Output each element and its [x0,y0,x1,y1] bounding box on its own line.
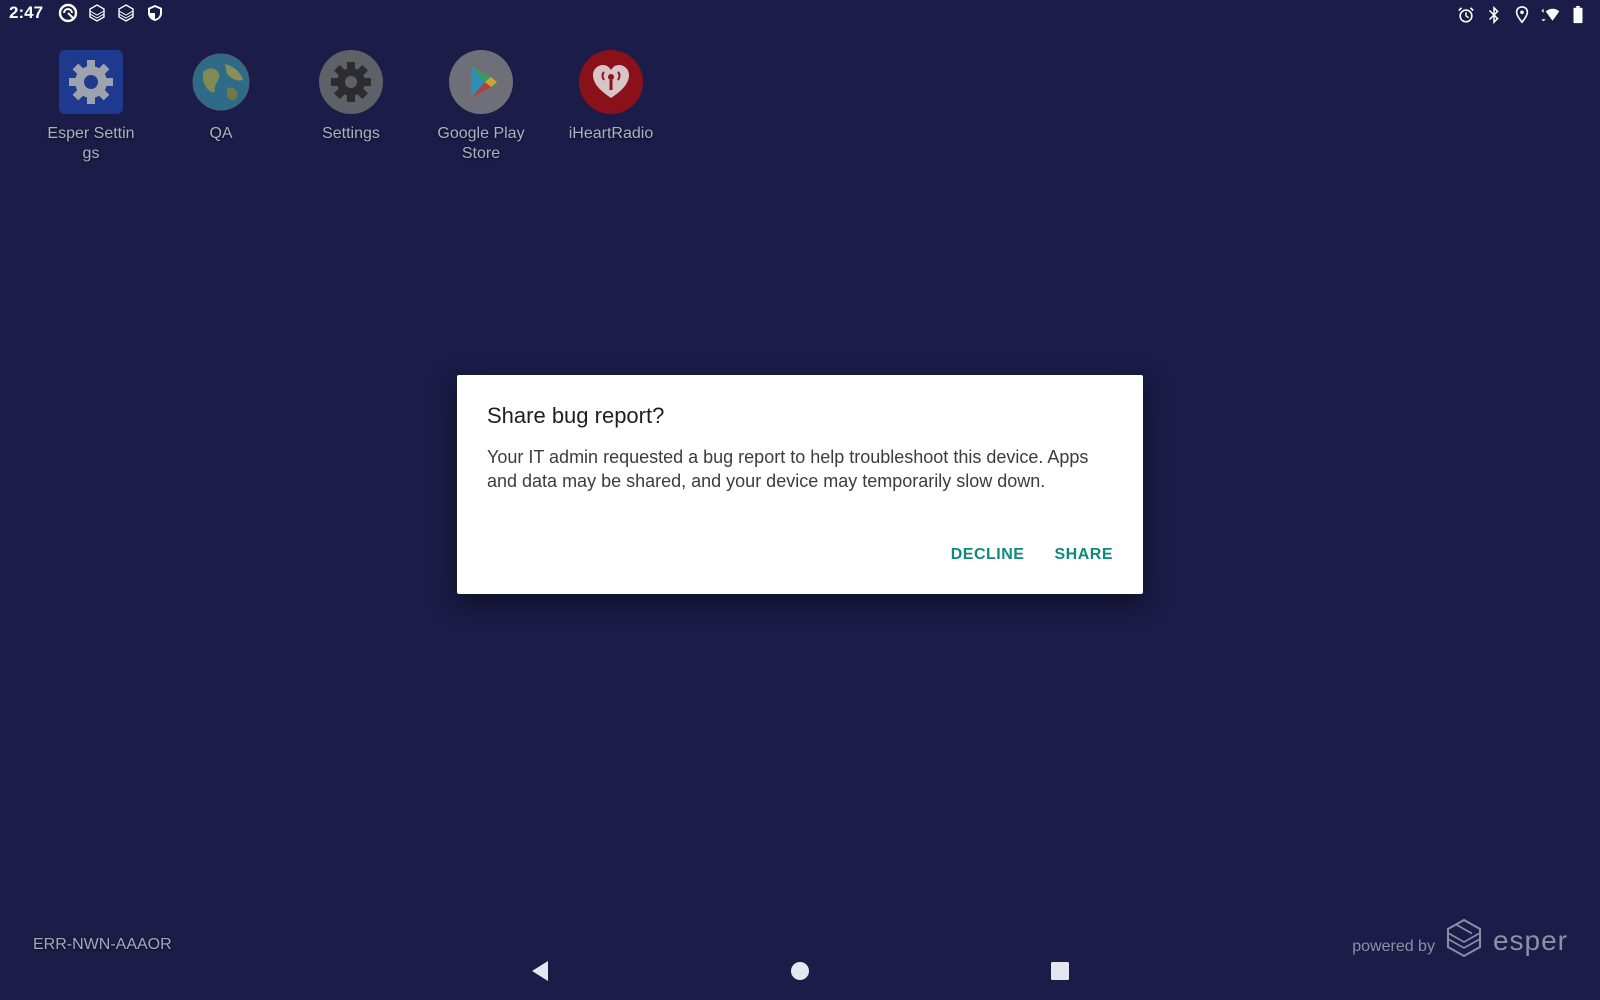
battery-icon [1568,5,1588,25]
globe-icon [189,50,253,114]
navigation-bar [0,945,1600,995]
esper-circle-icon [58,3,78,23]
back-icon[interactable] [528,959,552,983]
cube-icon [87,3,107,23]
wifi-icon [1540,5,1560,25]
status-time: 2:47 [9,3,44,22]
iheartradio-icon [579,50,643,114]
home-icon[interactable] [788,959,812,983]
dialog-actions: DECLINE SHARE [951,546,1113,564]
bluetooth-icon [1484,5,1504,25]
app-label: QA [209,125,233,142]
app-settings[interactable]: Settings [286,50,416,164]
app-label: Esper Settings [47,125,135,162]
app-label: iHeartRadio [568,125,654,142]
cube-icon [116,3,136,23]
dialog-message: Your IT admin requested a bug report to … [487,447,1089,491]
share-bug-report-dialog: Share bug report? Your IT admin requeste… [457,375,1143,594]
status-bar: 2:47 [0,0,1600,30]
location-icon [1512,5,1532,25]
status-right [1456,5,1588,25]
dialog-title: Share bug report? [487,403,665,428]
share-button[interactable]: SHARE [1054,546,1113,564]
app-google-play-store[interactable]: Google Play Store [416,50,546,164]
shield-icon [145,3,165,23]
app-iheartradio[interactable]: iHeartRadio [546,50,676,164]
app-esper-settings[interactable]: Esper Settings [26,50,156,164]
decline-button[interactable]: DECLINE [951,546,1025,564]
app-grid: Esper Settings QA Settings Google Play S… [26,50,676,164]
app-label: Google Play Store [437,125,525,162]
alarm-icon [1456,5,1476,25]
status-left: 2:47 [9,3,165,23]
recents-icon[interactable] [1048,959,1072,983]
app-label: Settings [322,125,380,142]
gear-icon [319,50,383,114]
play-store-icon [449,50,513,114]
gear-icon [59,50,123,114]
app-qa[interactable]: QA [156,50,286,164]
